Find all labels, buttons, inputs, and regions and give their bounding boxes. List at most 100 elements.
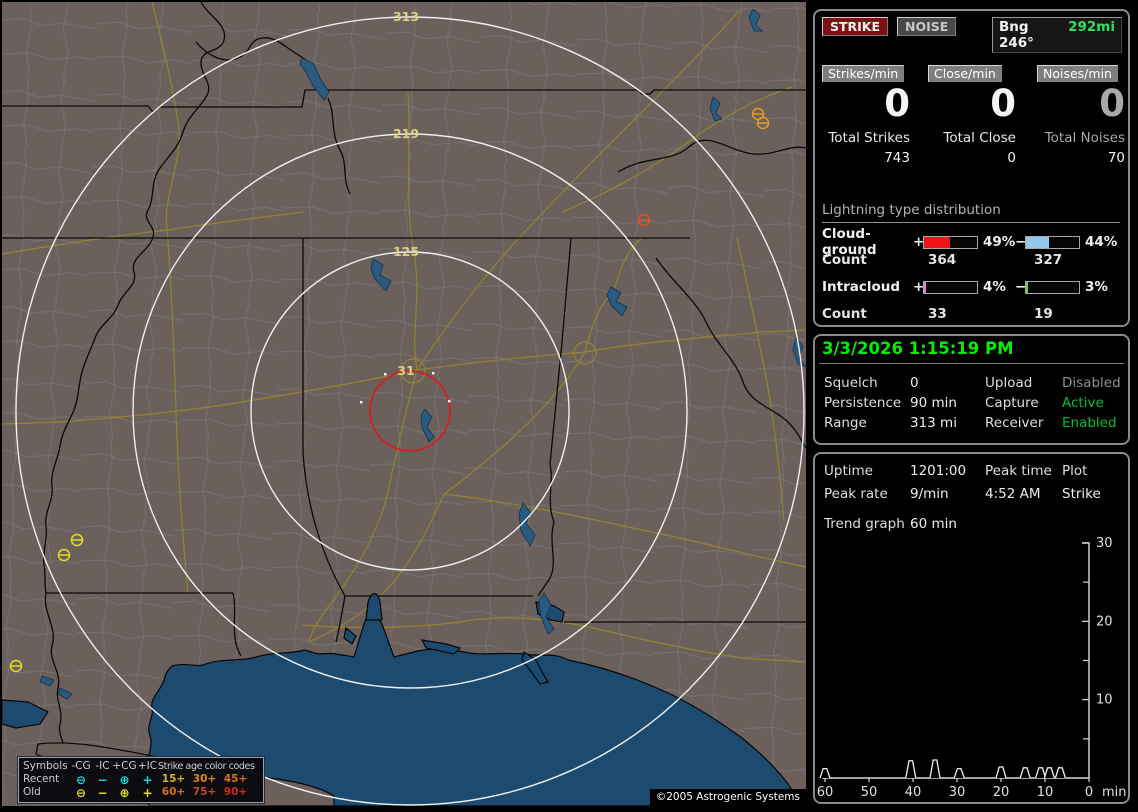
cg-negative-count: 327 bbox=[1034, 252, 1063, 268]
minus-sign: − bbox=[1015, 279, 1027, 295]
app-window: { "window": { "copyright": "©2005 Astrog… bbox=[0, 0, 1138, 812]
ic-negative-bar bbox=[1025, 281, 1080, 294]
map-canvas: 313 219 125 31 bbox=[2, 2, 806, 806]
legend-col-neg-ic: -IC bbox=[95, 760, 110, 772]
noises-per-min-button[interactable]: Noises/min bbox=[1037, 65, 1118, 82]
cg-positive-bar bbox=[923, 236, 978, 249]
receiver-status: Enabled bbox=[1062, 415, 1117, 431]
ic-negative-pct: 3% bbox=[1085, 279, 1108, 295]
pos-ic-recent-icon: + bbox=[142, 772, 153, 787]
x-tick-label: 0 bbox=[1085, 785, 1093, 800]
squelch-value: 0 bbox=[910, 375, 919, 391]
total-strikes-label: Total Strikes bbox=[828, 130, 910, 146]
upload-status: Disabled bbox=[1062, 375, 1121, 391]
intracloud-label: Intracloud bbox=[822, 279, 901, 295]
neg-cg-recent-icon: ⊖ bbox=[75, 772, 87, 787]
copyright-label: ©2005 Astrogenic Systems bbox=[649, 789, 806, 806]
strikes-rate-value: 0 bbox=[884, 82, 910, 125]
ring-mark bbox=[360, 401, 363, 404]
total-close-value: 0 bbox=[1007, 150, 1016, 166]
cg-positive-count: 364 bbox=[928, 252, 957, 268]
y-tick-label: 20 bbox=[1096, 614, 1113, 629]
x-tick-label: 40 bbox=[905, 785, 922, 800]
x-tick-label: 10 bbox=[1037, 785, 1054, 800]
trend-peak bbox=[995, 766, 1007, 779]
trend-graph: 10 20 30 60 50 40 30 20 10 0 min bbox=[817, 536, 1127, 800]
neg-cg-old-icon: ⊖ bbox=[75, 785, 87, 800]
x-axis-unit: min bbox=[1102, 785, 1127, 800]
persistence-value: 90 min bbox=[910, 395, 957, 411]
noises-counter-column: Noises/min 0 Total Noises 70 bbox=[1037, 63, 1125, 166]
noise-toggle-button[interactable]: NOISE bbox=[897, 17, 957, 36]
legend-col-neg-cg: -CG bbox=[71, 760, 91, 772]
cg-positive-pct: 49% bbox=[983, 234, 1016, 250]
bearing-value: Bng 246° bbox=[999, 19, 1034, 51]
capture-status: Active bbox=[1062, 395, 1104, 411]
age-30-label: 30+ bbox=[192, 773, 217, 785]
trend-peak bbox=[1043, 767, 1056, 779]
total-close-label: Total Close bbox=[943, 130, 1016, 146]
upload-label: Upload bbox=[985, 375, 1033, 391]
range-ring-label: 31 bbox=[397, 363, 414, 378]
ic-positive-count: 33 bbox=[928, 306, 947, 322]
pos-cg-recent-icon: ⊕ bbox=[119, 772, 130, 787]
trend-peak bbox=[1034, 767, 1047, 779]
strike-toggle-button[interactable]: STRIKE bbox=[822, 17, 889, 36]
count-label: Count bbox=[822, 306, 867, 322]
pos-cg-old-icon: ⊕ bbox=[119, 785, 130, 800]
close-per-min-button[interactable]: Close/min bbox=[928, 65, 1002, 82]
y-tick-label: 30 bbox=[1096, 536, 1113, 551]
cg-negative-bar bbox=[1025, 236, 1080, 249]
range-ring-label: 219 bbox=[393, 126, 419, 141]
noises-rate-value: 0 bbox=[1099, 82, 1125, 125]
legend-age-title: Strike age color codes bbox=[158, 761, 255, 772]
trend-peak bbox=[1054, 767, 1067, 779]
age-45-label: 45+ bbox=[223, 773, 248, 785]
age-15-label: 15+ bbox=[161, 773, 186, 785]
legend-col-pos-cg: +CG bbox=[112, 760, 137, 772]
strikes-per-min-button[interactable]: Strikes/min bbox=[822, 65, 905, 82]
bearing-readout: Bng 246° 292mi bbox=[992, 17, 1122, 53]
count-label: Count bbox=[822, 252, 867, 268]
legend-row-old: Old bbox=[23, 786, 41, 798]
divider bbox=[819, 363, 1124, 364]
age-75-label: 75+ bbox=[192, 786, 217, 798]
trend-peak bbox=[1019, 767, 1031, 779]
x-tick-label: 60 bbox=[817, 785, 834, 800]
trend-peak bbox=[929, 759, 941, 779]
x-tick-label: 50 bbox=[861, 785, 878, 800]
close-counter-column: Close/min 0 Total Close 0 bbox=[928, 63, 1016, 166]
legend-symbols-title: Symbols bbox=[23, 760, 68, 772]
trend-peak bbox=[953, 767, 965, 779]
ring-mark bbox=[384, 373, 387, 376]
datetime-display: 3/3/2026 1:15:19 PM bbox=[822, 339, 1014, 358]
receiver-label: Receiver bbox=[985, 415, 1044, 431]
plus-sign: + bbox=[913, 279, 925, 295]
ring-mark bbox=[432, 372, 435, 375]
total-strikes-value: 743 bbox=[884, 150, 910, 166]
x-tick-label: 30 bbox=[949, 785, 966, 800]
legend-row-recent: Recent bbox=[23, 773, 60, 785]
ic-positive-pct: 4% bbox=[983, 279, 1006, 295]
strike-map[interactable]: 313 219 125 31 Symbols -CG -IC +CG +IC Stri… bbox=[2, 2, 806, 806]
total-noises-value: 70 bbox=[1107, 150, 1125, 166]
distribution-title: Lightning type distribution bbox=[822, 202, 1120, 223]
session-panel: Uptime 1201:00 Peak time Plot Peak rate … bbox=[813, 452, 1130, 804]
range-ring-label: 313 bbox=[393, 9, 419, 24]
close-rate-value: 0 bbox=[990, 82, 1016, 125]
minus-sign: − bbox=[1015, 234, 1027, 250]
persistence-label: Persistence bbox=[824, 395, 902, 411]
cloud-ground-count-row: Count 364 327 bbox=[822, 252, 1062, 268]
total-noises-label: Total Noises bbox=[1044, 130, 1125, 146]
age-60-label: 60+ bbox=[161, 786, 186, 798]
neg-ic-recent-icon: − bbox=[97, 772, 108, 787]
intracloud-count-row: Count 33 19 bbox=[822, 306, 1053, 322]
pos-ic-old-icon: + bbox=[142, 785, 153, 800]
range-label: Range bbox=[824, 415, 867, 431]
range-ring-label: 125 bbox=[393, 244, 419, 259]
ic-negative-count: 19 bbox=[1034, 306, 1053, 322]
ic-positive-bar bbox=[923, 281, 978, 294]
map-legend: Symbols -CG -IC +CG +IC Strike age color… bbox=[17, 756, 265, 804]
range-value: 313 mi bbox=[910, 415, 957, 431]
trend-peak bbox=[819, 767, 831, 779]
